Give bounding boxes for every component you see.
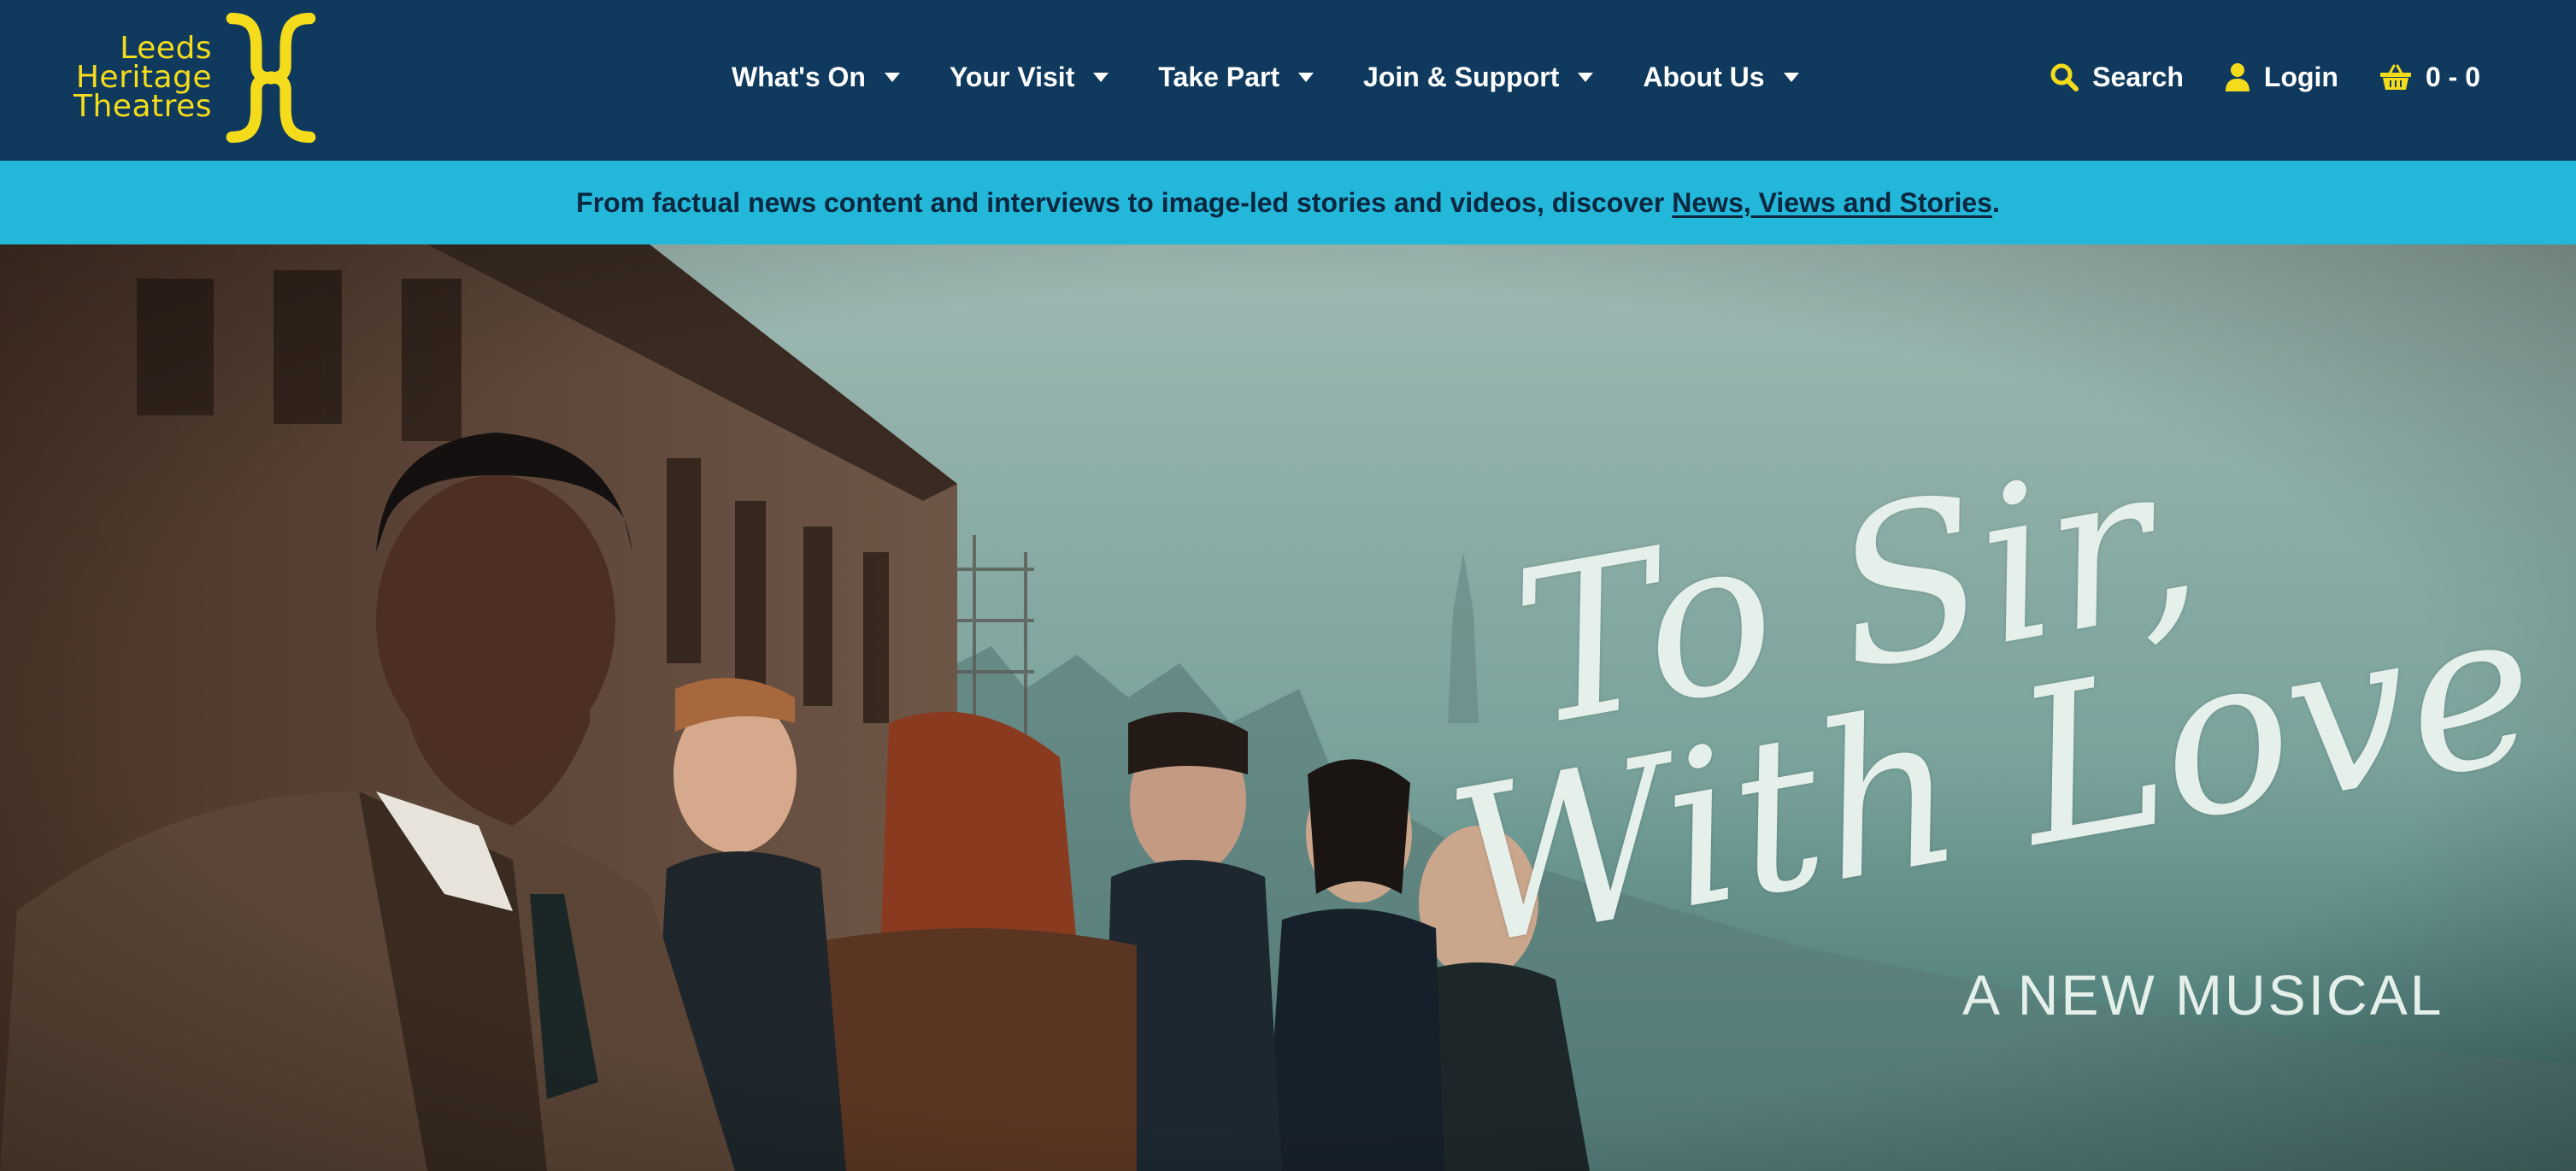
logo-line-2: Heritage bbox=[75, 60, 213, 95]
caret-down-icon bbox=[1298, 72, 1314, 82]
nav-label: Your Visit bbox=[949, 61, 1075, 92]
basket-icon bbox=[2379, 63, 2412, 91]
search-button[interactable]: Search bbox=[2050, 62, 2184, 93]
logo-line-1: Leeds bbox=[120, 31, 213, 66]
nav-item-join-support[interactable]: Join & Support bbox=[1363, 61, 1594, 93]
hero-banner[interactable]: To Sir, With Love A NEW MUSICAL bbox=[0, 244, 2576, 1171]
nav-label: About Us bbox=[1643, 61, 1765, 92]
show-subtitle: A NEW MUSICAL bbox=[1962, 963, 2444, 1027]
user-icon bbox=[2225, 62, 2250, 91]
logo-wordmark: Leeds Heritage Theatres bbox=[74, 31, 213, 124]
site-header: Leeds Heritage Theatres What's On Your V… bbox=[0, 0, 2576, 161]
login-button[interactable]: Login bbox=[2225, 62, 2338, 93]
nav-label: Take Part bbox=[1158, 61, 1280, 92]
main-navigation: What's On Your Visit Take Part Join & Su… bbox=[732, 53, 1849, 101]
basket-button[interactable]: 0 - 0 bbox=[2379, 62, 2480, 93]
caret-down-icon bbox=[884, 72, 900, 82]
news-views-stories-link[interactable]: News, Views and Stories bbox=[1672, 187, 1992, 219]
search-icon bbox=[2050, 62, 2079, 91]
nav-item-about-us[interactable]: About Us bbox=[1643, 61, 1799, 93]
site-logo[interactable]: Leeds Heritage Theatres bbox=[74, 12, 321, 144]
announcement-text: From factual news content and interviews… bbox=[576, 186, 1665, 218]
nav-item-whats-on[interactable]: What's On bbox=[732, 62, 900, 93]
nav-item-take-part[interactable]: Take Part bbox=[1158, 62, 1314, 93]
nav-item-your-visit[interactable]: Your Visit bbox=[950, 62, 1109, 93]
caret-down-icon bbox=[1093, 72, 1109, 82]
caret-down-icon bbox=[1578, 72, 1594, 82]
logo-brace-icon bbox=[226, 12, 316, 144]
announcement-bar: From factual news content and interviews… bbox=[0, 161, 2576, 244]
login-label: Login bbox=[2263, 61, 2338, 92]
nav-label: Join & Support bbox=[1363, 61, 1560, 92]
basket-count: 0 - 0 bbox=[2425, 61, 2480, 92]
caret-down-icon bbox=[1783, 72, 1799, 82]
nav-label: What's On bbox=[732, 61, 866, 92]
search-label: Search bbox=[2092, 61, 2184, 92]
announcement-suffix: . bbox=[1991, 186, 2000, 218]
utility-navigation: Search Login 0 - 0 bbox=[2008, 53, 2480, 101]
logo-line-3: Theatres bbox=[74, 89, 213, 124]
